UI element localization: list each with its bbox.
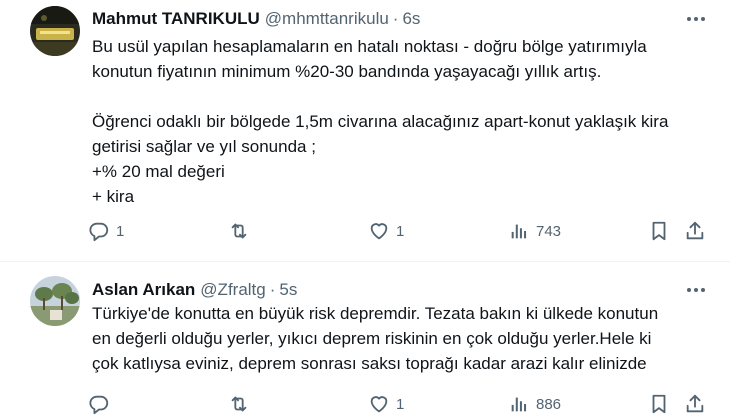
tweet-text: Türkiye'de konutta en büyük risk depremd…: [92, 301, 712, 376]
heart-icon: [368, 220, 390, 242]
like-count: 1: [396, 395, 405, 413]
reply-icon: [88, 393, 110, 415]
bookmark-button[interactable]: [648, 218, 670, 244]
retweet-icon: [228, 220, 250, 242]
tweet-line: getirisi sağlar ve yıl sonunda ;: [92, 137, 316, 156]
tweet[interactable]: Mahmut TANRIKULU @mhmttanrikulu · 6s Bu …: [0, 0, 730, 262]
author-handle[interactable]: @Zfraltg: [200, 280, 265, 300]
bookmark-icon: [648, 393, 670, 415]
action-bar: 1 886: [88, 391, 708, 417]
action-bar: 1 1 743: [88, 218, 708, 244]
bookmark-icon: [648, 220, 670, 242]
reply-button[interactable]: 1: [88, 218, 124, 244]
tweet-line: Öğrenci odaklı bir bölgede 1,5m civarına…: [92, 112, 669, 131]
views-icon: [508, 393, 530, 415]
views-icon: [508, 220, 530, 242]
share-icon: [684, 393, 706, 415]
avatar[interactable]: [30, 276, 80, 326]
heart-icon: [368, 393, 390, 415]
share-button[interactable]: [684, 218, 706, 244]
like-count: 1: [396, 222, 405, 240]
tweet-line: Bu usül yapılan hesaplamaların en hatalı…: [92, 37, 647, 56]
share-icon: [684, 220, 706, 242]
timestamp[interactable]: 5s: [279, 280, 297, 300]
timestamp[interactable]: 6s: [402, 9, 420, 29]
views-button[interactable]: 886: [508, 391, 561, 417]
tweet-header: Aslan Arıkan @Zfraltg · 5s: [92, 279, 297, 301]
bookmark-button[interactable]: [648, 391, 670, 417]
tweet-line: çok katlıysa eviniz, deprem sonrası saks…: [92, 354, 647, 373]
tweet[interactable]: Aslan Arıkan @Zfraltg · 5s Türkiye'de ko…: [0, 262, 730, 420]
tweet-header: Mahmut TANRIKULU @mhmttanrikulu · 6s: [92, 8, 420, 30]
author-name[interactable]: Aslan Arıkan: [92, 280, 195, 300]
separator-dot: ·: [392, 9, 399, 28]
retweet-icon: [228, 393, 250, 415]
tweet-line: +% 20 mal değeri: [92, 162, 225, 181]
like-button[interactable]: 1: [368, 391, 404, 417]
avatar[interactable]: [30, 6, 80, 56]
like-button[interactable]: 1: [368, 218, 404, 244]
more-icon[interactable]: [684, 280, 708, 300]
tweet-line: en değerli olduğu yerler, yıkıcı deprem …: [92, 329, 652, 348]
views-count: 743: [536, 222, 562, 240]
retweet-button[interactable]: [228, 218, 256, 244]
views-count: 886: [536, 395, 562, 413]
tweet-line: + kira: [92, 187, 135, 206]
author-handle[interactable]: @mhmttanrikulu: [265, 9, 389, 29]
tweet-text: Bu usül yapılan hesaplamaların en hatalı…: [92, 34, 712, 209]
reply-count: 1: [116, 222, 125, 240]
views-button[interactable]: 743: [508, 218, 561, 244]
separator-dot: ·: [269, 280, 276, 299]
share-button[interactable]: [684, 391, 706, 417]
more-icon[interactable]: [684, 9, 708, 29]
reply-icon: [88, 220, 110, 242]
tweet-line: Türkiye'de konutta en büyük risk depremd…: [92, 304, 659, 323]
retweet-button[interactable]: [228, 391, 256, 417]
author-name[interactable]: Mahmut TANRIKULU: [92, 9, 260, 29]
reply-button[interactable]: [88, 391, 116, 417]
tweet-line: konutun fiyatının minimum %20-30 bandınd…: [92, 62, 602, 81]
